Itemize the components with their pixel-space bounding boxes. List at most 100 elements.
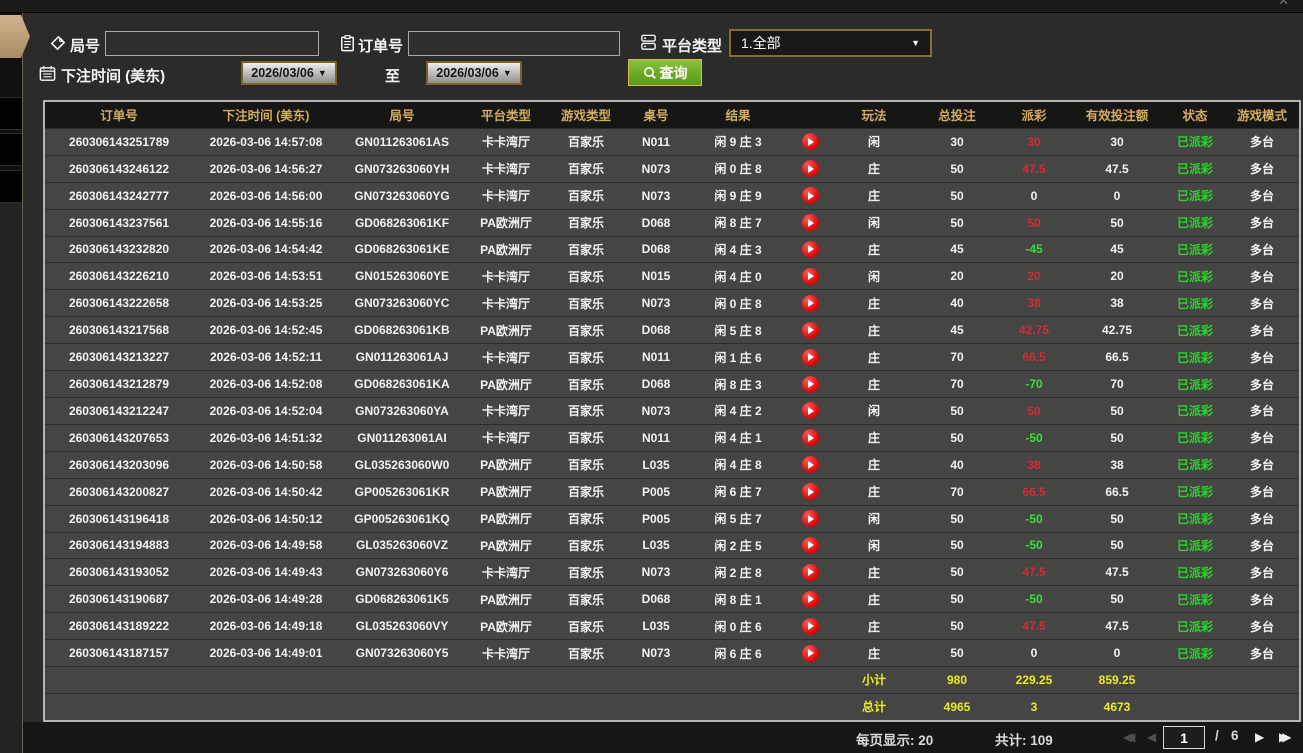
play-video-button[interactable] xyxy=(802,510,819,527)
cell: 多台 xyxy=(1227,452,1297,478)
cell: 260306143212879 xyxy=(45,371,193,397)
play-video-button[interactable] xyxy=(802,429,819,446)
calendar-icon xyxy=(38,64,57,83)
table-row: 2603061432076532026-03-06 14:51:32GN0112… xyxy=(45,424,1299,451)
play-video-button[interactable] xyxy=(802,187,819,204)
play-video-button[interactable] xyxy=(802,645,819,662)
cell: PA欧洲厅 xyxy=(465,479,547,505)
play-video-button[interactable] xyxy=(802,376,819,393)
play-video-button[interactable] xyxy=(802,483,819,500)
play-cell xyxy=(789,210,831,236)
play-video-button[interactable] xyxy=(802,295,819,312)
sidebar-tab[interactable] xyxy=(0,170,22,203)
cell: 闲 1 庄 6 xyxy=(687,344,789,370)
cell: 百家乐 xyxy=(547,317,625,343)
sidebar-divider xyxy=(22,13,23,753)
clipboard-icon xyxy=(338,34,357,53)
cell: 38 xyxy=(1071,290,1163,316)
cell: 260306143226210 xyxy=(45,263,193,289)
cell: 50 xyxy=(917,586,997,612)
first-page-icon[interactable]: ◀◀ xyxy=(1123,730,1135,744)
play-cell xyxy=(789,344,831,370)
cell: 庄 xyxy=(831,425,917,451)
bet-time-label: 下注时间 (美东) xyxy=(61,65,165,86)
sidebar-tab[interactable] xyxy=(0,133,22,166)
play-video-button[interactable] xyxy=(802,402,819,419)
cell: 百家乐 xyxy=(547,425,625,451)
table-row: 2603061432427772026-03-06 14:56:00GN0732… xyxy=(45,182,1299,209)
cell: 50 xyxy=(1071,533,1163,559)
table-row: 2603061432375612026-03-06 14:55:16GD0682… xyxy=(45,209,1299,236)
cell: 百家乐 xyxy=(547,533,625,559)
cell: 庄 xyxy=(831,371,917,397)
payout-cell: 38 xyxy=(997,452,1071,478)
cell: 2026-03-06 14:52:11 xyxy=(193,344,339,370)
last-page-icon[interactable]: ▶▶ xyxy=(1279,730,1291,744)
cell: 多台 xyxy=(1227,156,1297,182)
close-icon[interactable]: ✕ xyxy=(1278,0,1289,9)
date-from-button[interactable]: 2026/03/06 ▼ xyxy=(241,61,337,85)
cell: 2026-03-06 14:49:18 xyxy=(193,613,339,639)
play-icon xyxy=(808,326,814,334)
cell: 百家乐 xyxy=(547,263,625,289)
table-row: 2603061432132272026-03-06 14:52:11GN0112… xyxy=(45,343,1299,370)
cell: 庄 xyxy=(831,317,917,343)
total-row: 总计496534673 xyxy=(45,693,1299,720)
game-no-input[interactable] xyxy=(105,31,319,56)
status-cell: 已派彩 xyxy=(1163,371,1227,397)
play-video-button[interactable] xyxy=(802,591,819,608)
cell: 闲 4 庄 8 xyxy=(687,452,789,478)
query-button[interactable]: 查询 xyxy=(628,59,702,86)
play-video-button[interactable] xyxy=(802,537,819,554)
column-header: 总投注 xyxy=(917,102,997,128)
play-video-button[interactable] xyxy=(802,268,819,285)
cell: 闲 8 庄 3 xyxy=(687,371,789,397)
cell: 百家乐 xyxy=(547,506,625,532)
play-cell xyxy=(789,317,831,343)
play-cell xyxy=(789,425,831,451)
cell: 多台 xyxy=(1227,506,1297,532)
cell: D068 xyxy=(625,371,687,397)
sum-cell xyxy=(45,667,193,693)
cell: 卡卡湾厅 xyxy=(465,156,547,182)
play-video-button[interactable] xyxy=(802,160,819,177)
cell: 2026-03-06 14:52:08 xyxy=(193,371,339,397)
play-cell xyxy=(789,613,831,639)
cell: 百家乐 xyxy=(547,371,625,397)
cell: GN073263060YA xyxy=(339,398,465,424)
payout-cell: 0 xyxy=(997,640,1071,666)
play-cell xyxy=(789,156,831,182)
cell: D068 xyxy=(625,210,687,236)
play-video-button[interactable] xyxy=(802,241,819,258)
cell: PA欧洲厅 xyxy=(465,452,547,478)
column-header: 下注时间 (美东) xyxy=(193,102,339,128)
cell: 20 xyxy=(1071,263,1163,289)
column-header: 派彩 xyxy=(997,102,1071,128)
platform-type-label: 平台类型 xyxy=(662,35,722,56)
sum-cell xyxy=(1163,694,1227,720)
sum-cell xyxy=(193,694,339,720)
payout-cell: 38 xyxy=(997,290,1071,316)
play-video-button[interactable] xyxy=(802,214,819,231)
play-video-button[interactable] xyxy=(802,322,819,339)
play-video-button[interactable] xyxy=(802,618,819,635)
platform-type-select[interactable]: 1.全部 ▼ xyxy=(729,29,932,57)
play-video-button[interactable] xyxy=(802,456,819,473)
date-to-button[interactable]: 2026/03/06 ▼ xyxy=(426,61,522,85)
sum-payout: 229.25 xyxy=(997,667,1071,693)
cell: 2026-03-06 14:56:27 xyxy=(193,156,339,182)
sidebar-tab[interactable] xyxy=(0,97,22,130)
play-video-button[interactable] xyxy=(802,349,819,366)
left-sidebar xyxy=(0,13,22,753)
page-number-input[interactable] xyxy=(1163,726,1205,749)
order-no-input[interactable] xyxy=(408,31,620,56)
cell: 闲 2 庄 5 xyxy=(687,533,789,559)
prev-page-icon[interactable]: ◀ xyxy=(1147,730,1156,744)
cell: 2026-03-06 14:50:12 xyxy=(193,506,339,532)
cell: N073 xyxy=(625,290,687,316)
cell: 50 xyxy=(917,559,997,585)
next-page-icon[interactable]: ▶ xyxy=(1255,730,1264,744)
play-video-button[interactable] xyxy=(802,133,819,150)
sum-cell xyxy=(625,667,687,693)
play-video-button[interactable] xyxy=(802,564,819,581)
